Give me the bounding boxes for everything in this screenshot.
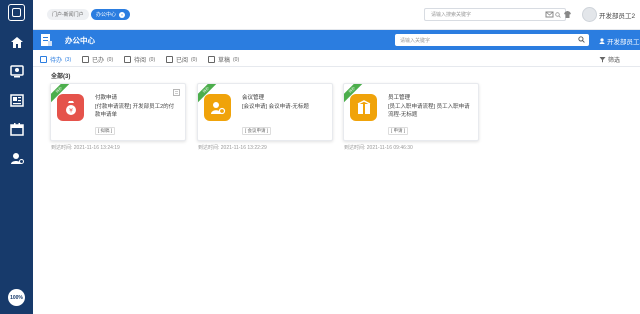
tab-count: (0) bbox=[191, 56, 198, 63]
left-sidebar: 100% bbox=[0, 0, 33, 314]
tab-label: 已阅 bbox=[176, 58, 189, 64]
tab-label: 已办 bbox=[92, 58, 105, 64]
card-arrival-time: 到达时间: 2021-11-16 13:22:29 bbox=[198, 145, 267, 151]
zoom-level-badge[interactable]: 100% bbox=[8, 289, 25, 306]
todo-icon bbox=[40, 56, 47, 63]
module-user-name: 开发部员工2 bbox=[607, 39, 640, 46]
card-description: [员工入职申请流程] 员工入职申请流程-无标题 bbox=[388, 104, 470, 118]
card-tag: [ 拟稿 ] bbox=[95, 127, 116, 135]
tab-read[interactable]: 已阅 (0) bbox=[166, 55, 197, 64]
tab-draft[interactable]: 草稿 (0) bbox=[208, 55, 239, 64]
tab-count: (0) bbox=[107, 56, 114, 63]
card-title: 付款申请 bbox=[95, 95, 118, 101]
module-title: 办公中心 bbox=[65, 36, 95, 45]
top-header: 门户-新闻门户 办公中心 × 请输入搜索关键字 开发部员工2 bbox=[33, 0, 640, 30]
user-icon bbox=[599, 38, 605, 44]
filter-tabs: 待办 (3) 已办 (0) 待阅 (0) 已阅 (0) 草稿 (0) 筛选 bbox=[33, 50, 640, 67]
card-title: 员工管理 bbox=[388, 95, 411, 101]
user-name[interactable]: 开发部员工2 bbox=[599, 10, 635, 20]
contacts-icon[interactable] bbox=[9, 64, 24, 79]
message-icon[interactable] bbox=[545, 10, 554, 19]
card-title: 会议管理 bbox=[242, 95, 265, 101]
card-description: [会议申请] 会议申请-无标题 bbox=[242, 104, 309, 110]
to-read-icon bbox=[124, 56, 131, 63]
edit-icon[interactable] bbox=[173, 89, 180, 96]
app-logo-icon[interactable] bbox=[8, 4, 25, 21]
filter-button[interactable]: 筛选 bbox=[599, 55, 620, 64]
task-card-meeting[interactable]: 待办 会议管理 [会议申请] 会议申请-无标题 [ 会议申请 ] bbox=[197, 83, 333, 141]
group-title: 全部(3) bbox=[51, 74, 71, 80]
tab-count: (0) bbox=[149, 56, 156, 63]
meeting-icon bbox=[204, 94, 231, 121]
tab-todo[interactable]: 待办 (3) bbox=[40, 55, 71, 64]
card-arrival-time: 到达时间: 2021-11-16 13:24:19 bbox=[51, 145, 120, 151]
skin-icon[interactable] bbox=[563, 10, 572, 19]
search-icon[interactable] bbox=[555, 12, 561, 18]
tab-count: (0) bbox=[233, 56, 240, 63]
news-icon[interactable] bbox=[9, 93, 24, 108]
moneybag-icon: ¥ bbox=[57, 94, 84, 121]
card-tag: [ 申请 ] bbox=[388, 127, 409, 135]
module-user[interactable]: 开发部员工2 bbox=[599, 36, 640, 46]
read-icon bbox=[166, 56, 173, 63]
search-icon[interactable] bbox=[578, 36, 585, 43]
tab-close-icon[interactable]: × bbox=[119, 11, 126, 18]
user-settings-icon[interactable] bbox=[9, 151, 24, 166]
filter-icon bbox=[599, 57, 606, 63]
search-placeholder: 请输入搜索关键字 bbox=[431, 12, 472, 18]
tab-label: 门户-新闻门户 bbox=[52, 12, 84, 18]
card-arrival-time: 到达时间: 2021-11-16 09:46:30 bbox=[344, 145, 413, 151]
calendar-icon[interactable] bbox=[9, 122, 24, 137]
box-icon bbox=[350, 94, 377, 121]
module-search-input[interactable]: 请输入关键字 bbox=[395, 34, 589, 46]
content-area: 全部(3) 待办 ¥ 付款申请 [付款申请流程] 开发部员工2的付款申请单 [ … bbox=[33, 67, 640, 314]
card-tag: [ 会议申请 ] bbox=[242, 127, 272, 135]
card-description: [付款申请流程] 开发部员工2的付款申请单 bbox=[95, 104, 175, 118]
tab-office-center[interactable]: 办公中心 × bbox=[91, 9, 131, 20]
tab-label: 待阅 bbox=[134, 58, 147, 64]
tab-label: 办公中心 bbox=[96, 12, 117, 18]
tab-news-portal[interactable]: 门户-新闻门户 bbox=[47, 9, 89, 20]
search-placeholder: 请输入关键字 bbox=[400, 37, 431, 44]
svg-text:¥: ¥ bbox=[69, 107, 73, 114]
tab-to-read[interactable]: 待阅 (0) bbox=[124, 55, 155, 64]
avatar[interactable] bbox=[582, 7, 597, 22]
done-icon bbox=[82, 56, 89, 63]
tab-count: (3) bbox=[65, 56, 72, 63]
home-icon[interactable] bbox=[9, 35, 24, 50]
filter-label: 筛选 bbox=[608, 58, 621, 64]
module-header: 办公中心 请输入关键字 开发部员工2 bbox=[33, 30, 640, 50]
office-center-icon bbox=[41, 34, 52, 46]
task-card-employee[interactable]: 待办 员工管理 [员工入职申请流程] 员工入职申请流程-无标题 [ 申请 ] bbox=[343, 83, 479, 141]
tab-label: 待办 bbox=[50, 58, 63, 64]
tab-label: 草稿 bbox=[218, 58, 231, 64]
task-card-payment[interactable]: 待办 ¥ 付款申请 [付款申请流程] 开发部员工2的付款申请单 [ 拟稿 ] bbox=[50, 83, 186, 141]
draft-icon bbox=[208, 56, 215, 63]
tab-done[interactable]: 已办 (0) bbox=[82, 55, 113, 64]
